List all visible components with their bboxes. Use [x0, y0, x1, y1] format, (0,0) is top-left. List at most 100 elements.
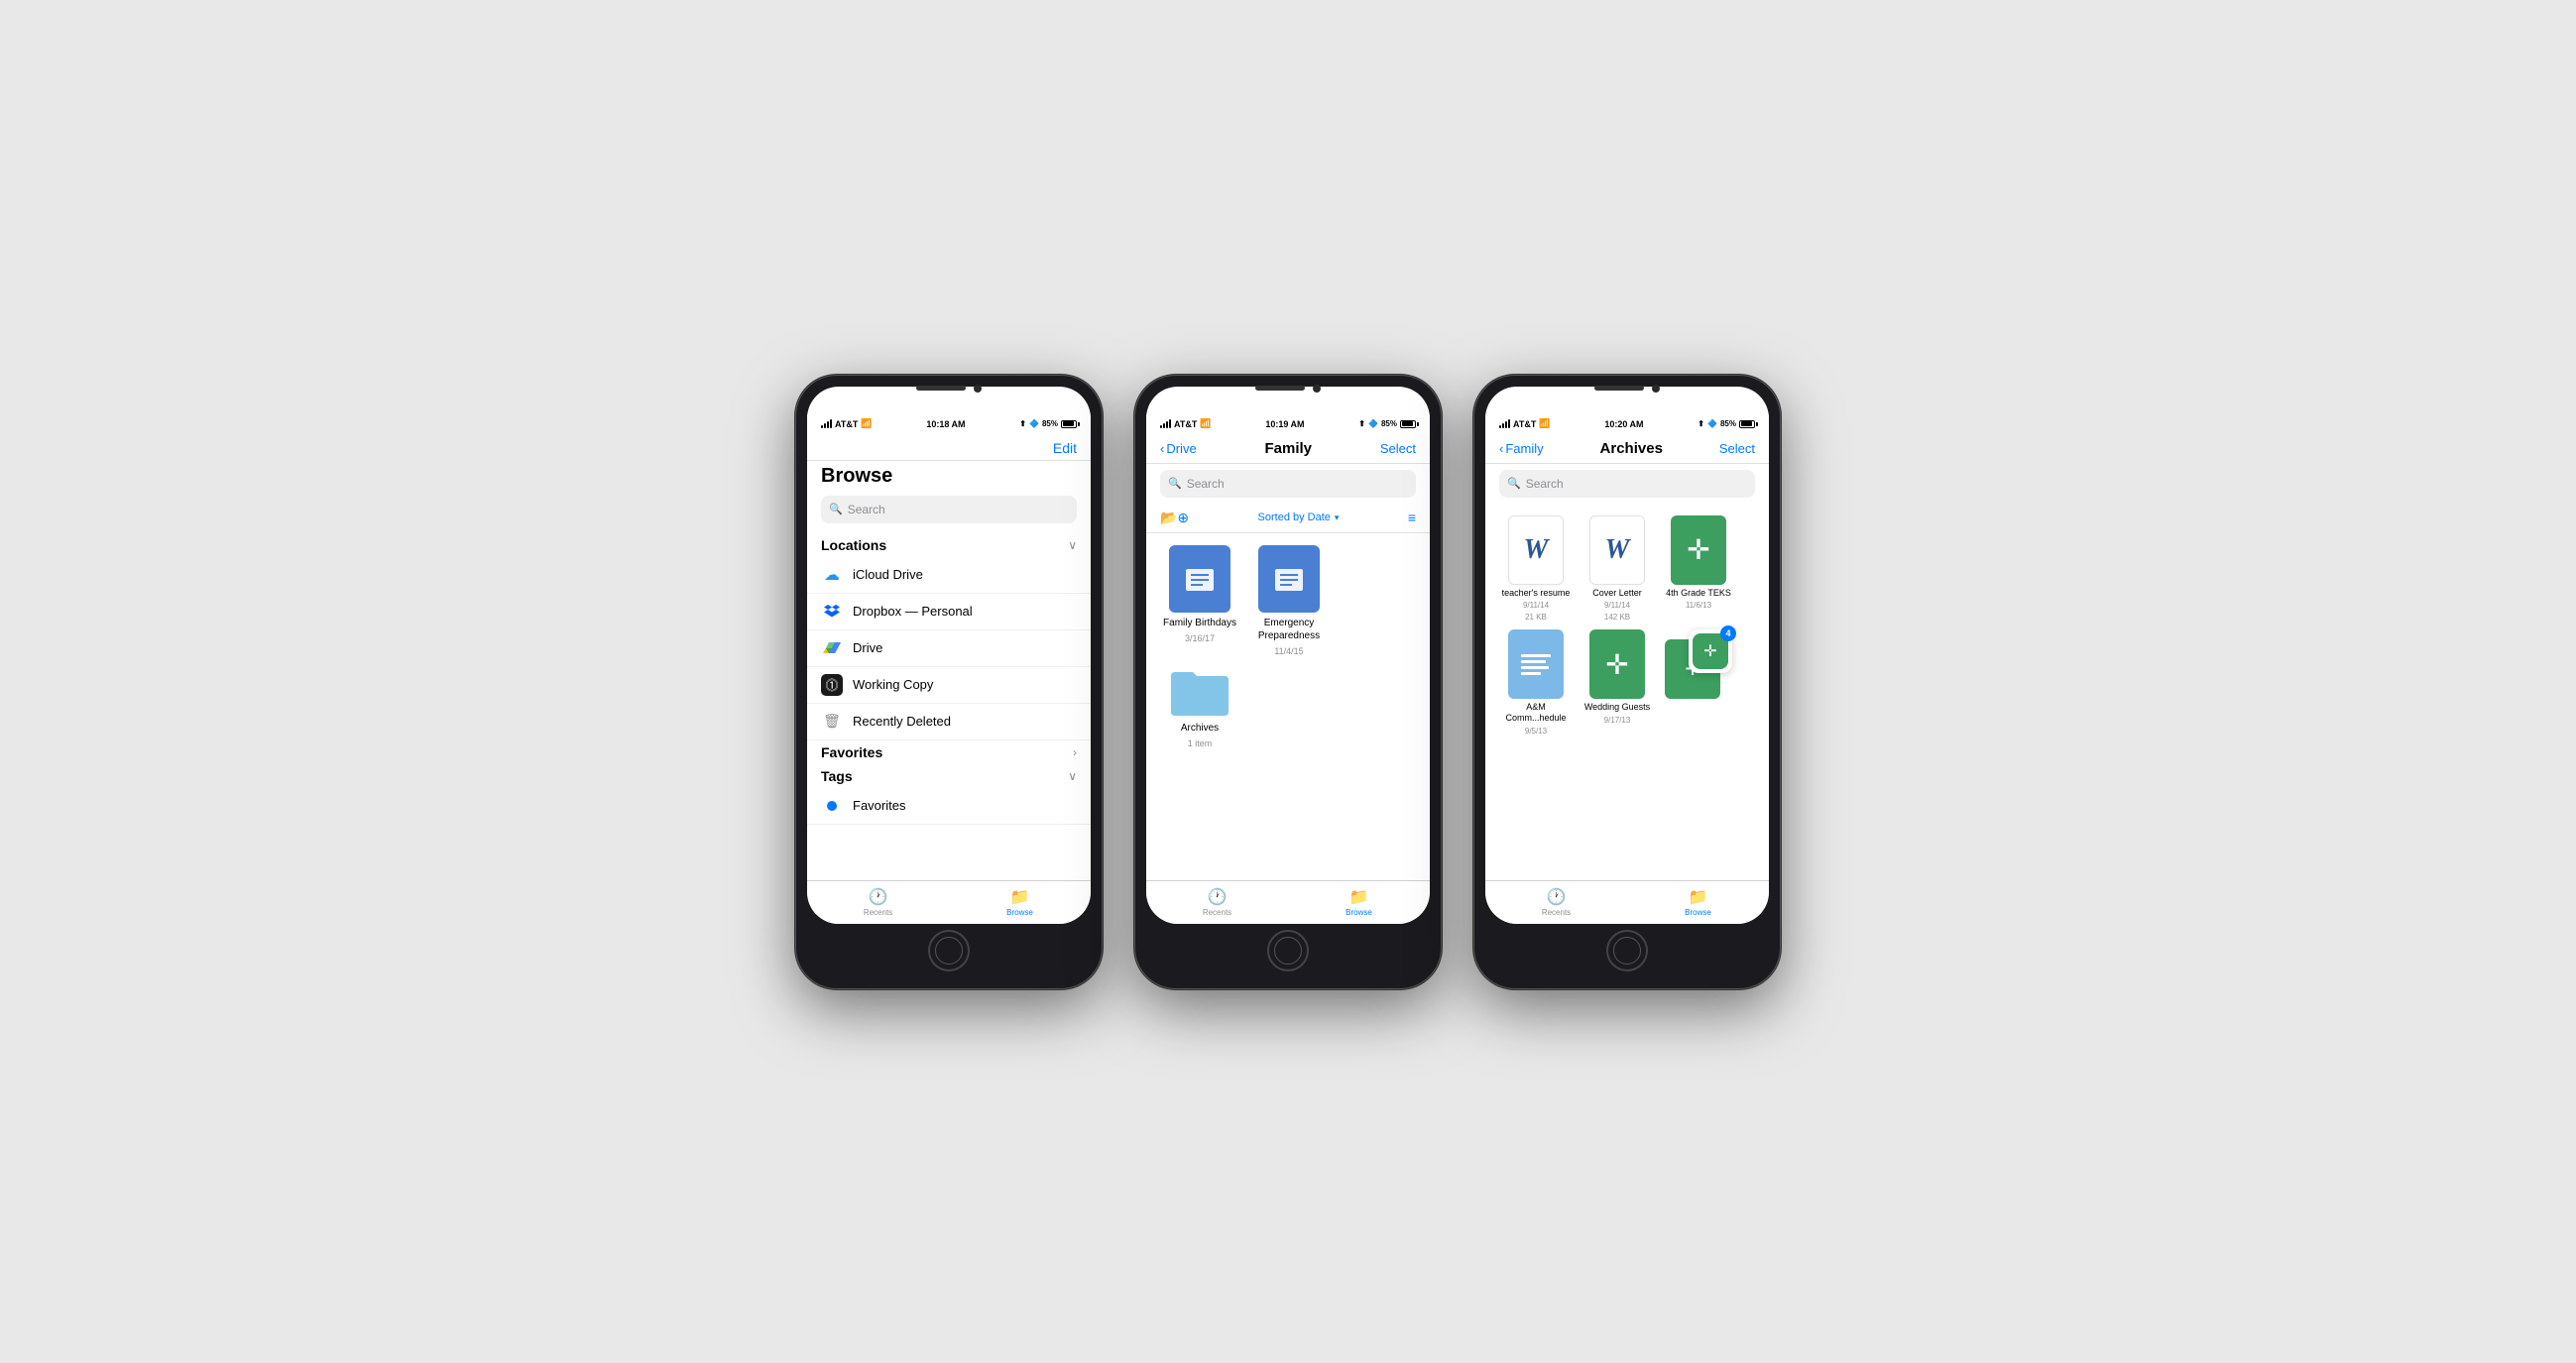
bar4-3 — [1508, 419, 1510, 428]
search-bar-3[interactable]: 🔍 Search — [1499, 470, 1755, 498]
home-button-1[interactable] — [928, 930, 970, 971]
status-right-3: ⬆ 🔷 85% — [1698, 419, 1755, 428]
select-button-3[interactable]: Select — [1719, 441, 1755, 456]
family-birthdays-item[interactable]: Family Birthdays 3/16/17 — [1160, 545, 1239, 656]
cover-letter-icon: W — [1589, 515, 1645, 585]
clock-icon-3: 🕐 — [1547, 887, 1567, 907]
cross-icon-popup: ✛ — [1703, 641, 1716, 661]
recents-tab-1[interactable]: 🕐 Recents — [807, 881, 949, 924]
search-bar-2[interactable]: 🔍 Search — [1160, 470, 1416, 498]
favorites-chevron-icon: › — [1073, 745, 1077, 759]
bar3-2 — [1166, 421, 1168, 428]
camera-3 — [1652, 385, 1660, 393]
home-button-3[interactable] — [1606, 930, 1648, 971]
phone-top-bar-2 — [1134, 375, 1442, 402]
popup-item[interactable]: ✛ ✛ 4 — [1662, 629, 1735, 736]
browse-tab-1[interactable]: 📁 Browse — [949, 881, 1091, 924]
wedding-guests-icon: ✛ — [1589, 629, 1645, 699]
edit-button[interactable]: Edit — [1053, 440, 1077, 456]
phone-screen-1: AT&T 📶 10:18 AM ⬆ 🔷 85% Edit Browse 🔍 Se… — [807, 387, 1091, 924]
icloud-drive-item[interactable]: ☁ iCloud Drive — [807, 557, 1091, 594]
line1 — [1521, 654, 1551, 657]
archives-folder-item[interactable]: Archives 1 item — [1160, 666, 1239, 748]
teachers-resume-item[interactable]: W teacher's resume 9/11/14 21 KB — [1499, 515, 1573, 623]
recents-tab-2[interactable]: 🕐 Recents — [1146, 881, 1288, 924]
teachers-resume-date: 9/11/14 — [1523, 601, 1549, 610]
wedding-guests-item[interactable]: ✛ Wedding Guests 9/17/13 — [1581, 629, 1654, 736]
favorites-tag-item[interactable]: Favorites — [807, 788, 1091, 825]
am-comm-item[interactable]: A&M Comm...hedule 9/5/13 — [1499, 629, 1573, 736]
camera-1 — [974, 385, 982, 393]
teachers-resume-icon: W — [1508, 515, 1564, 585]
working-copy-item[interactable]: ⓵ Working Copy — [807, 667, 1091, 704]
teachers-resume-name: teacher's resume — [1502, 588, 1571, 599]
family-birthdays-date: 3/16/17 — [1185, 633, 1215, 643]
battery-fill-2 — [1402, 421, 1413, 426]
search-container-2: 🔍 Search — [1146, 464, 1430, 504]
dropbox-icon — [821, 601, 843, 623]
signal-2 — [1160, 420, 1171, 428]
recently-deleted-item[interactable]: 🗑 Recently Deleted — [807, 704, 1091, 740]
wedding-guests-name: Wedding Guests — [1584, 702, 1650, 713]
back-button-2[interactable]: ‹ Drive — [1160, 441, 1197, 456]
recents-tab-3[interactable]: 🕐 Recents — [1485, 881, 1627, 924]
line3 — [1521, 666, 1549, 669]
browse-nav-1: Edit — [807, 434, 1091, 461]
drive-item[interactable]: Drive — [807, 630, 1091, 667]
speaker-3 — [1594, 386, 1644, 391]
archives-folder-subtitle: 1 item — [1188, 738, 1213, 748]
dropbox-item[interactable]: Dropbox — Personal — [807, 594, 1091, 630]
favorites-section-header[interactable]: Favorites › — [807, 740, 1091, 764]
drive-icon — [821, 637, 843, 659]
location-icon-2: ⬆ — [1358, 419, 1365, 428]
add-folder-icon[interactable]: 📂⊕ — [1160, 510, 1189, 526]
bar1 — [821, 425, 823, 428]
cover-letter-size: 142 KB — [1604, 613, 1630, 622]
search-icon-3: 🔍 — [1507, 477, 1521, 490]
select-button-2[interactable]: Select — [1380, 441, 1416, 456]
popup-overlay-container: ✛ 4 — [1689, 629, 1732, 673]
speaker-1 — [916, 386, 966, 391]
back-label-2: Drive — [1166, 441, 1196, 456]
time-2: 10:19 AM — [1265, 419, 1304, 429]
favorites-dot-icon — [821, 795, 843, 817]
battery-pct-2: 85% — [1381, 419, 1397, 428]
time-1: 10:18 AM — [926, 419, 965, 429]
tags-chevron-icon: ∨ — [1068, 769, 1077, 783]
tags-section-header: Tags ∨ — [807, 764, 1091, 788]
browse-tab-3[interactable]: 📁 Browse — [1627, 881, 1769, 924]
emergency-icon — [1258, 545, 1320, 613]
battery-fill-3 — [1741, 421, 1752, 426]
search-placeholder-2: Search — [1187, 477, 1225, 491]
cross-icon-2: ✛ — [1605, 648, 1628, 681]
battery-fill-1 — [1063, 421, 1074, 426]
home-button-2[interactable] — [1267, 930, 1309, 971]
sort-area[interactable]: Sorted by Date ▾ — [1258, 511, 1340, 523]
list-view-icon[interactable]: ≡ — [1408, 510, 1416, 525]
folder-icon-2: 📁 — [1349, 887, 1369, 907]
teks-name: 4th Grade TEKS — [1666, 588, 1731, 599]
browse-label-1: Browse — [1006, 908, 1033, 917]
emergency-date: 11/4/15 — [1274, 646, 1303, 656]
back-button-3[interactable]: ‹ Family — [1499, 441, 1544, 456]
am-comm-date: 9/5/13 — [1525, 727, 1547, 736]
emergency-item[interactable]: Emergency Preparedness 11/4/15 — [1249, 545, 1329, 656]
working-copy-icon: ⓵ — [821, 674, 843, 696]
family-grid: Family Birthdays 3/16/17 Emergency Prepa… — [1146, 533, 1430, 760]
fingerprint-icon: ⓵ — [825, 675, 838, 694]
recents-label-3: Recents — [1542, 908, 1571, 917]
drive-label: Drive — [853, 640, 882, 655]
cover-letter-item[interactable]: W Cover Letter 9/11/14 142 KB — [1581, 515, 1654, 623]
browse-tab-2[interactable]: 📁 Browse — [1288, 881, 1430, 924]
back-chevron-icon-2: ‹ — [1160, 441, 1164, 456]
family-birthdays-name: Family Birthdays — [1163, 617, 1236, 629]
teks-item[interactable]: ✛ 4th Grade TEKS 11/6/13 — [1662, 515, 1735, 623]
search-bar-1[interactable]: 🔍 Search — [821, 496, 1077, 523]
tab-bar-1: 🕐 Recents 📁 Browse — [807, 880, 1091, 924]
bar4 — [830, 419, 832, 428]
trash-icon: 🗑 — [821, 711, 843, 733]
home-button-inner-1 — [935, 937, 963, 965]
bar3 — [827, 421, 829, 428]
back-label-3: Family — [1505, 441, 1543, 456]
folder-icon-1: 📁 — [1010, 887, 1030, 907]
